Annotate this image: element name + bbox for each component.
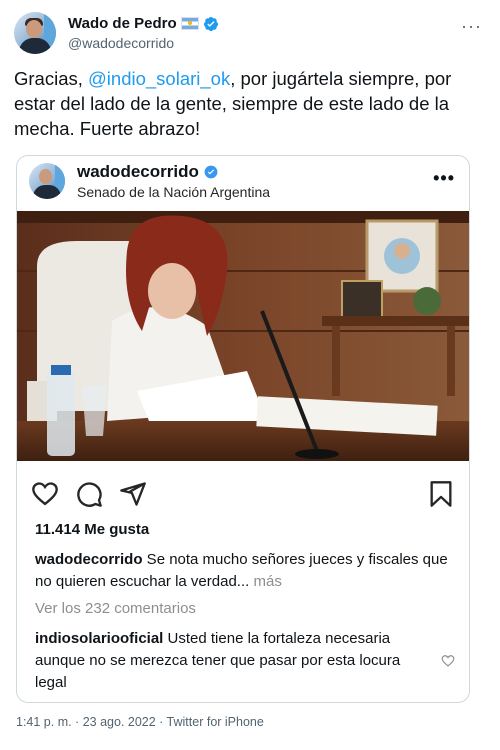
caption-more-link[interactable]: más bbox=[249, 573, 281, 590]
likes-count[interactable]: 11.414 Me gusta bbox=[35, 521, 149, 538]
save-bookmark-icon[interactable] bbox=[427, 480, 455, 508]
author-avatar[interactable] bbox=[14, 12, 56, 54]
post-photo[interactable] bbox=[17, 211, 469, 461]
comment-item: indiosolariooficial Usted tiene la forta… bbox=[35, 628, 425, 694]
display-name-text[interactable]: Wado de Pedro bbox=[68, 15, 177, 32]
post-photo-illustration bbox=[17, 211, 469, 461]
author-username[interactable]: @wadodecorrido bbox=[68, 35, 174, 51]
author-display-name[interactable]: Wado de Pedro bbox=[68, 15, 219, 32]
tweet-header: Wado de Pedro @wadodecorrido ··· bbox=[14, 12, 486, 56]
verified-badge-icon bbox=[203, 16, 218, 31]
instagram-location[interactable]: Senado de la Nación Argentina bbox=[77, 184, 270, 200]
mention-link[interactable]: @indio_solari_ok bbox=[88, 68, 230, 89]
caption-username[interactable]: wadodecorrido bbox=[35, 551, 143, 568]
tweet-timestamp[interactable]: 1:41 p. m. · 23 ago. 2022 · Twitter for … bbox=[16, 715, 264, 729]
argentina-flag-icon bbox=[180, 17, 199, 30]
comment-username[interactable]: indiosolariooficial bbox=[35, 630, 163, 647]
instagram-actions bbox=[31, 480, 455, 508]
instagram-header: wadodecorrido Senado de la Nación Argent… bbox=[17, 156, 469, 211]
comment-like-icon[interactable] bbox=[441, 654, 455, 668]
post-caption: wadodecorrido Se nota mucho señores juec… bbox=[35, 549, 455, 593]
tweet-text: Gracias, @indio_solari_ok, por jugártela… bbox=[14, 66, 482, 141]
instagram-avatar[interactable] bbox=[29, 163, 65, 199]
view-comments-link[interactable]: Ver los 232 comentarios bbox=[35, 600, 196, 617]
share-icon[interactable] bbox=[119, 480, 147, 508]
instagram-more-icon[interactable]: ••• bbox=[433, 168, 455, 189]
like-heart-icon[interactable] bbox=[31, 480, 59, 508]
comment-icon[interactable] bbox=[75, 480, 103, 508]
tweet-text-prefix: Gracias, bbox=[14, 68, 89, 89]
instagram-username[interactable]: wadodecorrido bbox=[77, 162, 218, 182]
instagram-username-text[interactable]: wadodecorrido bbox=[77, 162, 199, 182]
instagram-verified-icon bbox=[204, 165, 218, 179]
more-options-icon[interactable]: ··· bbox=[461, 16, 482, 37]
instagram-embed-card[interactable]: wadodecorrido Senado de la Nación Argent… bbox=[16, 155, 470, 703]
